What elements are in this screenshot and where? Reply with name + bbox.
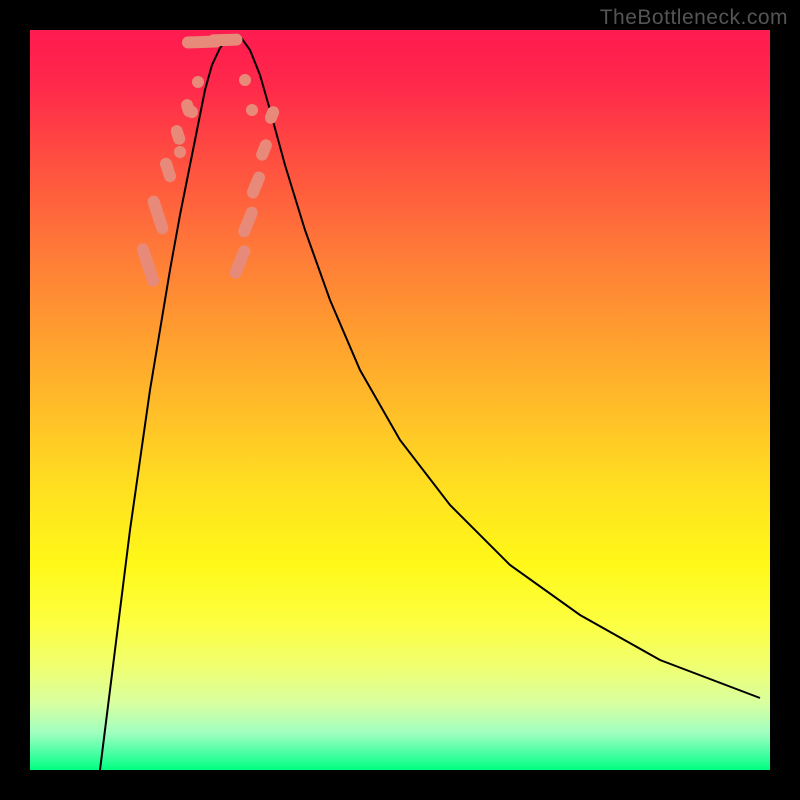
chart-container <box>30 30 770 770</box>
chart-svg <box>30 30 770 770</box>
watermark-text: TheBottleneck.com <box>600 6 788 30</box>
bottleneck-curve <box>100 36 760 770</box>
